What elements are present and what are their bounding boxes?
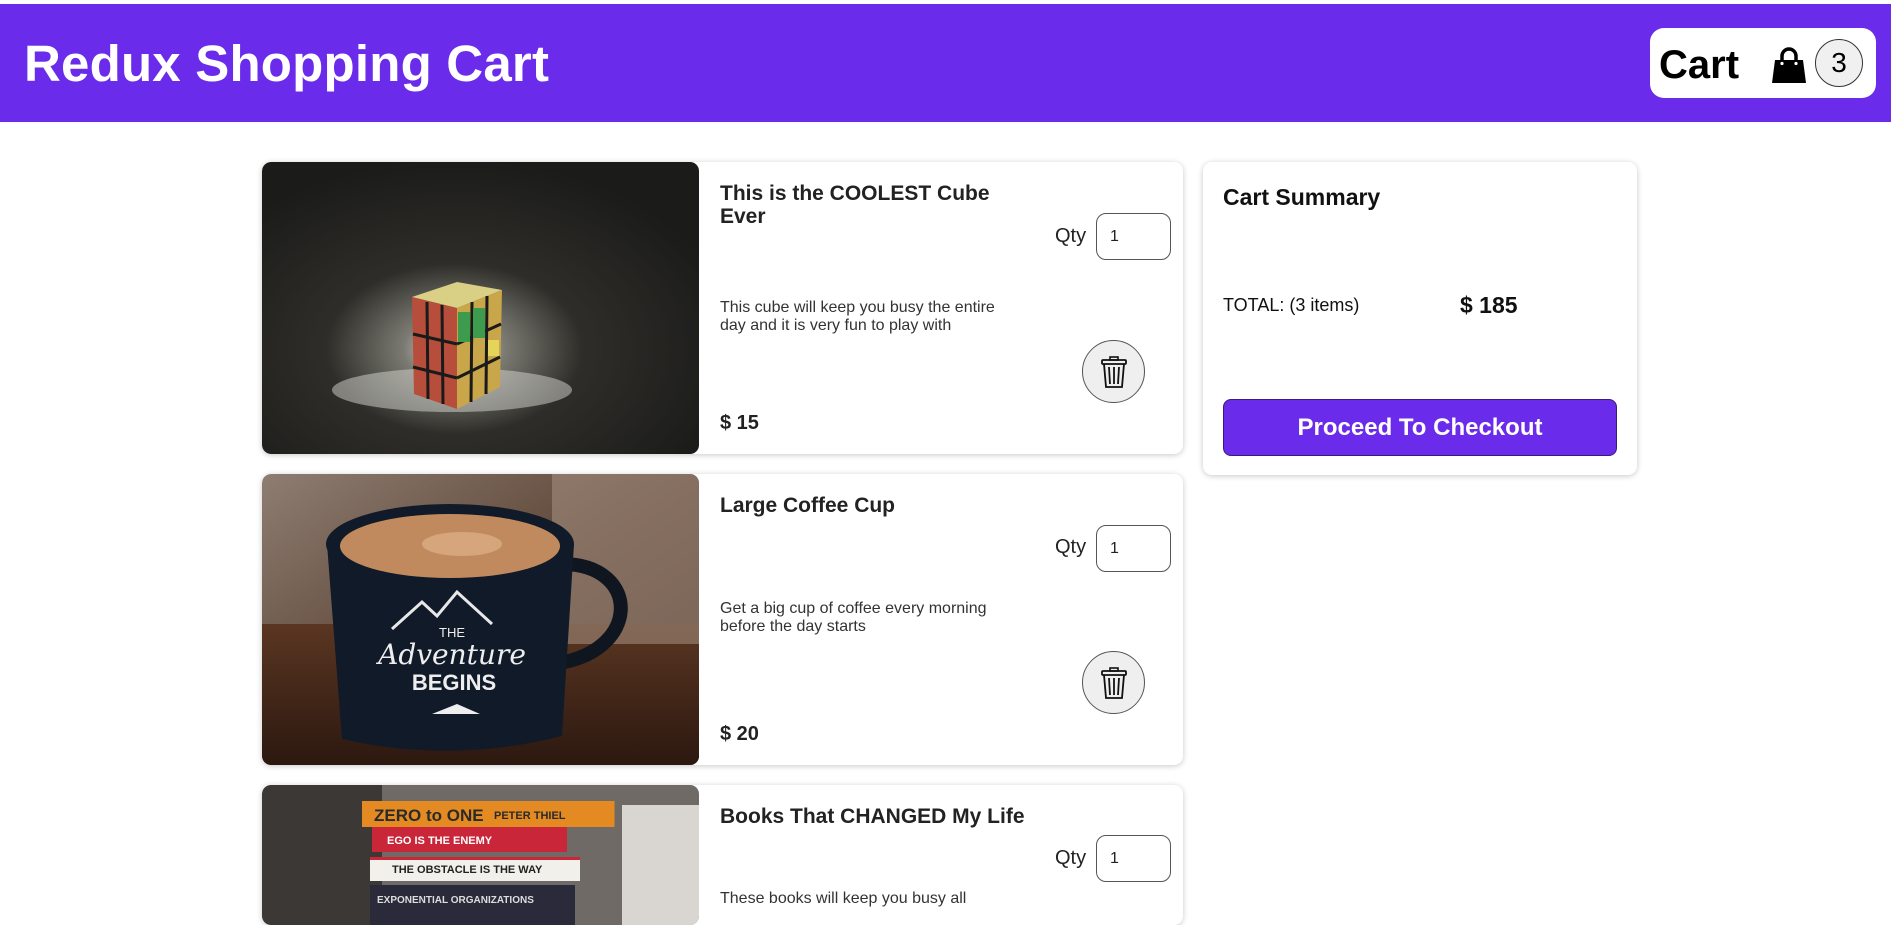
qty-label: Qty (1055, 847, 1087, 869)
qty-label: Qty (1055, 536, 1087, 558)
qty-input[interactable] (1096, 213, 1171, 260)
item-title: Books That CHANGED My Life (720, 805, 1025, 828)
cart-button[interactable]: Cart 3 (1650, 28, 1876, 98)
qty-label: Qty (1055, 225, 1087, 247)
item-price: $ 20 (720, 723, 759, 745)
qty-input[interactable] (1096, 835, 1171, 882)
cart-label: Cart (1659, 43, 1740, 87)
app-title: Redux Shopping Cart (24, 35, 550, 92)
coffee-mug-image: THE Adventure BEGINS (262, 474, 699, 765)
item-description: This cube will keep you busy the entire … (720, 299, 995, 334)
item-description: Get a big cup of coffee every morning be… (720, 600, 987, 635)
trash-icon (1100, 355, 1127, 388)
cart-count-badge: 3 (1815, 39, 1863, 87)
book2-text: EGO IS THE ENEMY (387, 835, 493, 847)
book1-author: PETER THIEL (494, 810, 566, 822)
delete-item-button[interactable] (1082, 651, 1145, 714)
item-title: This is the COOLEST Cube Ever (720, 182, 990, 228)
cart-item-card: ZERO to ONE PETER THIEL EGO IS THE ENEMY… (262, 785, 1183, 925)
cart-item-card: THE Adventure BEGINS Large Coffee Cup Ge… (262, 474, 1183, 765)
book-stack-image: ZERO to ONE PETER THIEL EGO IS THE ENEMY… (262, 785, 699, 925)
book4-text: EXPONENTIAL ORGANIZATIONS (377, 895, 534, 906)
cart-summary-title: Cart Summary (1223, 184, 1381, 210)
total-label: TOTAL: (3 items) (1223, 295, 1360, 315)
shopping-bag-icon (1772, 47, 1806, 83)
item-title: Large Coffee Cup (720, 494, 896, 517)
app-header: Redux Shopping Cart Cart 3 (0, 4, 1891, 122)
cart-item-card: This is the COOLEST Cube Ever This cube … (262, 162, 1183, 454)
qty-input[interactable] (1096, 525, 1171, 572)
mug-text-begins: BEGINS (412, 670, 496, 695)
delete-item-button[interactable] (1082, 340, 1145, 403)
total-value: $ 185 (1460, 292, 1518, 318)
book1-text: ZERO to ONE (374, 806, 484, 825)
rubiks-cube-image (262, 162, 699, 454)
checkout-button[interactable]: Proceed To Checkout (1223, 399, 1617, 456)
item-description: These books will keep you busy all (720, 890, 967, 907)
mug-text-adventure: Adventure (375, 638, 526, 671)
book3-text: THE OBSTACLE IS THE WAY (392, 864, 543, 876)
cart-summary-panel: Cart Summary TOTAL: (3 items) $ 185 Proc… (1203, 162, 1637, 475)
trash-icon (1100, 666, 1127, 699)
item-price: $ 15 (720, 412, 759, 434)
